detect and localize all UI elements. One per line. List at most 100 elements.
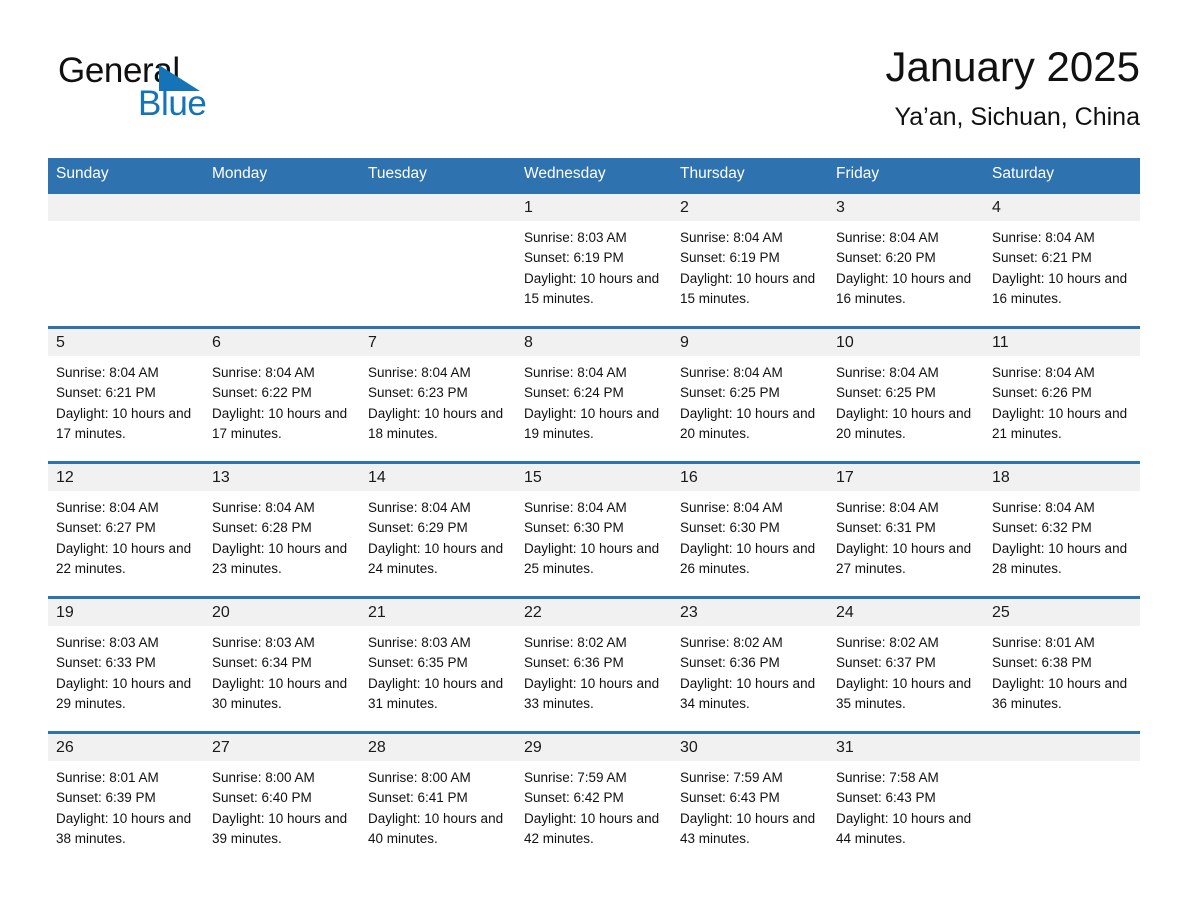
- sunrise-text: Sunrise: 8:01 AM: [992, 635, 1095, 650]
- day-info: Sunrise: 8:02 AM Sunset: 6:36 PM Dayligh…: [516, 626, 672, 714]
- daylight-text: Daylight: 10 hours and 16 minutes.: [836, 270, 972, 306]
- week-row: 12 Sunrise: 8:04 AM Sunset: 6:27 PM Dayl…: [48, 461, 1140, 598]
- sunrise-text: Sunrise: 7:58 AM: [836, 770, 939, 785]
- day-number: 24: [828, 600, 984, 626]
- day-number: 22: [516, 600, 672, 626]
- day-cell[interactable]: 20 Sunrise: 8:03 AM Sunset: 6:34 PM Dayl…: [204, 596, 360, 733]
- day-cell[interactable]: 17 Sunrise: 8:04 AM Sunset: 6:31 PM Dayl…: [828, 461, 984, 598]
- weekday-header-sunday: Sunday: [48, 158, 204, 193]
- day-cell[interactable]: 10 Sunrise: 8:04 AM Sunset: 6:25 PM Dayl…: [828, 326, 984, 463]
- sunset-text: Sunset: 6:27 PM: [56, 520, 156, 536]
- sunset-text: Sunset: 6:31 PM: [836, 520, 936, 536]
- sunset-text: Sunset: 6:41 PM: [368, 790, 468, 806]
- day-cell[interactable]: 6 Sunrise: 8:04 AM Sunset: 6:22 PM Dayli…: [204, 326, 360, 463]
- day-cell[interactable]: 8 Sunrise: 8:04 AM Sunset: 6:24 PM Dayli…: [516, 326, 672, 463]
- day-cell[interactable]: 5 Sunrise: 8:04 AM Sunset: 6:21 PM Dayli…: [48, 326, 204, 463]
- sunset-text: Sunset: 6:19 PM: [524, 250, 624, 266]
- day-number: 1: [516, 195, 672, 221]
- calendar-page: General Blue January 2025 Ya’an, Sichuan…: [0, 0, 1188, 918]
- sunset-text: Sunset: 6:32 PM: [992, 520, 1092, 536]
- sunrise-text: Sunrise: 8:04 AM: [836, 365, 939, 380]
- day-cell[interactable]: 4 Sunrise: 8:04 AM Sunset: 6:21 PM Dayli…: [984, 191, 1140, 328]
- daylight-text: Daylight: 10 hours and 21 minutes.: [992, 405, 1128, 441]
- day-number: 8: [516, 330, 672, 356]
- sunrise-text: Sunrise: 8:04 AM: [368, 365, 471, 380]
- calendar-body: 1 Sunrise: 8:03 AM Sunset: 6:19 PM Dayli…: [48, 191, 1140, 868]
- sunrise-text: Sunrise: 8:04 AM: [212, 500, 315, 515]
- sunrise-text: Sunrise: 8:04 AM: [836, 230, 939, 245]
- day-cell[interactable]: 2 Sunrise: 8:04 AM Sunset: 6:19 PM Dayli…: [672, 191, 828, 328]
- daylight-text: Daylight: 10 hours and 23 minutes.: [212, 540, 348, 576]
- sunrise-text: Sunrise: 8:04 AM: [992, 500, 1095, 515]
- day-number: 7: [360, 330, 516, 356]
- page-header: General Blue January 2025 Ya’an, Sichuan…: [48, 40, 1140, 150]
- daylight-text: Daylight: 10 hours and 15 minutes.: [680, 270, 816, 306]
- sunrise-text: Sunrise: 8:04 AM: [992, 230, 1095, 245]
- week-row: 5 Sunrise: 8:04 AM Sunset: 6:21 PM Dayli…: [48, 326, 1140, 463]
- day-cell[interactable]: 23 Sunrise: 8:02 AM Sunset: 6:36 PM Dayl…: [672, 596, 828, 733]
- day-cell[interactable]: 26 Sunrise: 8:01 AM Sunset: 6:39 PM Dayl…: [48, 731, 204, 868]
- day-number: 23: [672, 600, 828, 626]
- sunset-text: Sunset: 6:24 PM: [524, 385, 624, 401]
- sunrise-text: Sunrise: 8:04 AM: [368, 500, 471, 515]
- day-cell[interactable]: 19 Sunrise: 8:03 AM Sunset: 6:33 PM Dayl…: [48, 596, 204, 733]
- sunrise-text: Sunrise: 8:04 AM: [56, 500, 159, 515]
- generalblue-logo[interactable]: General Blue: [58, 52, 318, 128]
- daylight-text: Daylight: 10 hours and 42 minutes.: [524, 810, 660, 846]
- week-row: 26 Sunrise: 8:01 AM Sunset: 6:39 PM Dayl…: [48, 731, 1140, 868]
- sunrise-text: Sunrise: 8:04 AM: [992, 365, 1095, 380]
- day-cell[interactable]: 21 Sunrise: 8:03 AM Sunset: 6:35 PM Dayl…: [360, 596, 516, 733]
- day-cell[interactable]: 13 Sunrise: 8:04 AM Sunset: 6:28 PM Dayl…: [204, 461, 360, 598]
- day-cell[interactable]: 14 Sunrise: 8:04 AM Sunset: 6:29 PM Dayl…: [360, 461, 516, 598]
- day-info: Sunrise: 8:04 AM Sunset: 6:23 PM Dayligh…: [360, 356, 516, 444]
- day-cell[interactable]: 31 Sunrise: 7:58 AM Sunset: 6:43 PM Dayl…: [828, 731, 984, 868]
- day-number: 16: [672, 465, 828, 491]
- day-info: Sunrise: 8:04 AM Sunset: 6:25 PM Dayligh…: [672, 356, 828, 444]
- day-cell[interactable]: 29 Sunrise: 7:59 AM Sunset: 6:42 PM Dayl…: [516, 731, 672, 868]
- day-cell[interactable]: 16 Sunrise: 8:04 AM Sunset: 6:30 PM Dayl…: [672, 461, 828, 598]
- daylight-text: Daylight: 10 hours and 26 minutes.: [680, 540, 816, 576]
- day-number: 21: [360, 600, 516, 626]
- sunset-text: Sunset: 6:42 PM: [524, 790, 624, 806]
- day-cell[interactable]: 27 Sunrise: 8:00 AM Sunset: 6:40 PM Dayl…: [204, 731, 360, 868]
- day-cell[interactable]: 15 Sunrise: 8:04 AM Sunset: 6:30 PM Dayl…: [516, 461, 672, 598]
- day-number: 2: [672, 195, 828, 221]
- day-cell: [48, 191, 204, 328]
- sunset-text: Sunset: 6:19 PM: [680, 250, 780, 266]
- sunset-text: Sunset: 6:28 PM: [212, 520, 312, 536]
- weekday-header-wednesday: Wednesday: [516, 158, 672, 193]
- day-cell[interactable]: 25 Sunrise: 8:01 AM Sunset: 6:38 PM Dayl…: [984, 596, 1140, 733]
- day-number: 9: [672, 330, 828, 356]
- day-cell: [360, 191, 516, 328]
- sunset-text: Sunset: 6:39 PM: [56, 790, 156, 806]
- day-cell[interactable]: 1 Sunrise: 8:03 AM Sunset: 6:19 PM Dayli…: [516, 191, 672, 328]
- sunrise-text: Sunrise: 8:00 AM: [368, 770, 471, 785]
- day-cell: [204, 191, 360, 328]
- day-cell[interactable]: 18 Sunrise: 8:04 AM Sunset: 6:32 PM Dayl…: [984, 461, 1140, 598]
- calendar-grid: Sunday Monday Tuesday Wednesday Thursday…: [48, 158, 1140, 868]
- day-cell[interactable]: 12 Sunrise: 8:04 AM Sunset: 6:27 PM Dayl…: [48, 461, 204, 598]
- week-row: 19 Sunrise: 8:03 AM Sunset: 6:33 PM Dayl…: [48, 596, 1140, 733]
- weekday-header-monday: Monday: [204, 158, 360, 193]
- day-cell[interactable]: 24 Sunrise: 8:02 AM Sunset: 6:37 PM Dayl…: [828, 596, 984, 733]
- day-number: [984, 735, 1140, 761]
- day-info: Sunrise: 7:59 AM Sunset: 6:43 PM Dayligh…: [672, 761, 828, 849]
- sunset-text: Sunset: 6:40 PM: [212, 790, 312, 806]
- sunset-text: Sunset: 6:21 PM: [56, 385, 156, 401]
- day-cell[interactable]: 22 Sunrise: 8:02 AM Sunset: 6:36 PM Dayl…: [516, 596, 672, 733]
- sunset-text: Sunset: 6:23 PM: [368, 385, 468, 401]
- daylight-text: Daylight: 10 hours and 44 minutes.: [836, 810, 972, 846]
- sunrise-text: Sunrise: 8:03 AM: [524, 230, 627, 245]
- daylight-text: Daylight: 10 hours and 29 minutes.: [56, 675, 192, 711]
- day-cell[interactable]: 7 Sunrise: 8:04 AM Sunset: 6:23 PM Dayli…: [360, 326, 516, 463]
- day-cell[interactable]: 11 Sunrise: 8:04 AM Sunset: 6:26 PM Dayl…: [984, 326, 1140, 463]
- sunset-text: Sunset: 6:26 PM: [992, 385, 1092, 401]
- day-cell[interactable]: 3 Sunrise: 8:04 AM Sunset: 6:20 PM Dayli…: [828, 191, 984, 328]
- daylight-text: Daylight: 10 hours and 16 minutes.: [992, 270, 1128, 306]
- day-cell[interactable]: 28 Sunrise: 8:00 AM Sunset: 6:41 PM Dayl…: [360, 731, 516, 868]
- day-cell[interactable]: 9 Sunrise: 8:04 AM Sunset: 6:25 PM Dayli…: [672, 326, 828, 463]
- sunset-text: Sunset: 6:37 PM: [836, 655, 936, 671]
- daylight-text: Daylight: 10 hours and 43 minutes.: [680, 810, 816, 846]
- day-cell[interactable]: 30 Sunrise: 7:59 AM Sunset: 6:43 PM Dayl…: [672, 731, 828, 868]
- day-number: 20: [204, 600, 360, 626]
